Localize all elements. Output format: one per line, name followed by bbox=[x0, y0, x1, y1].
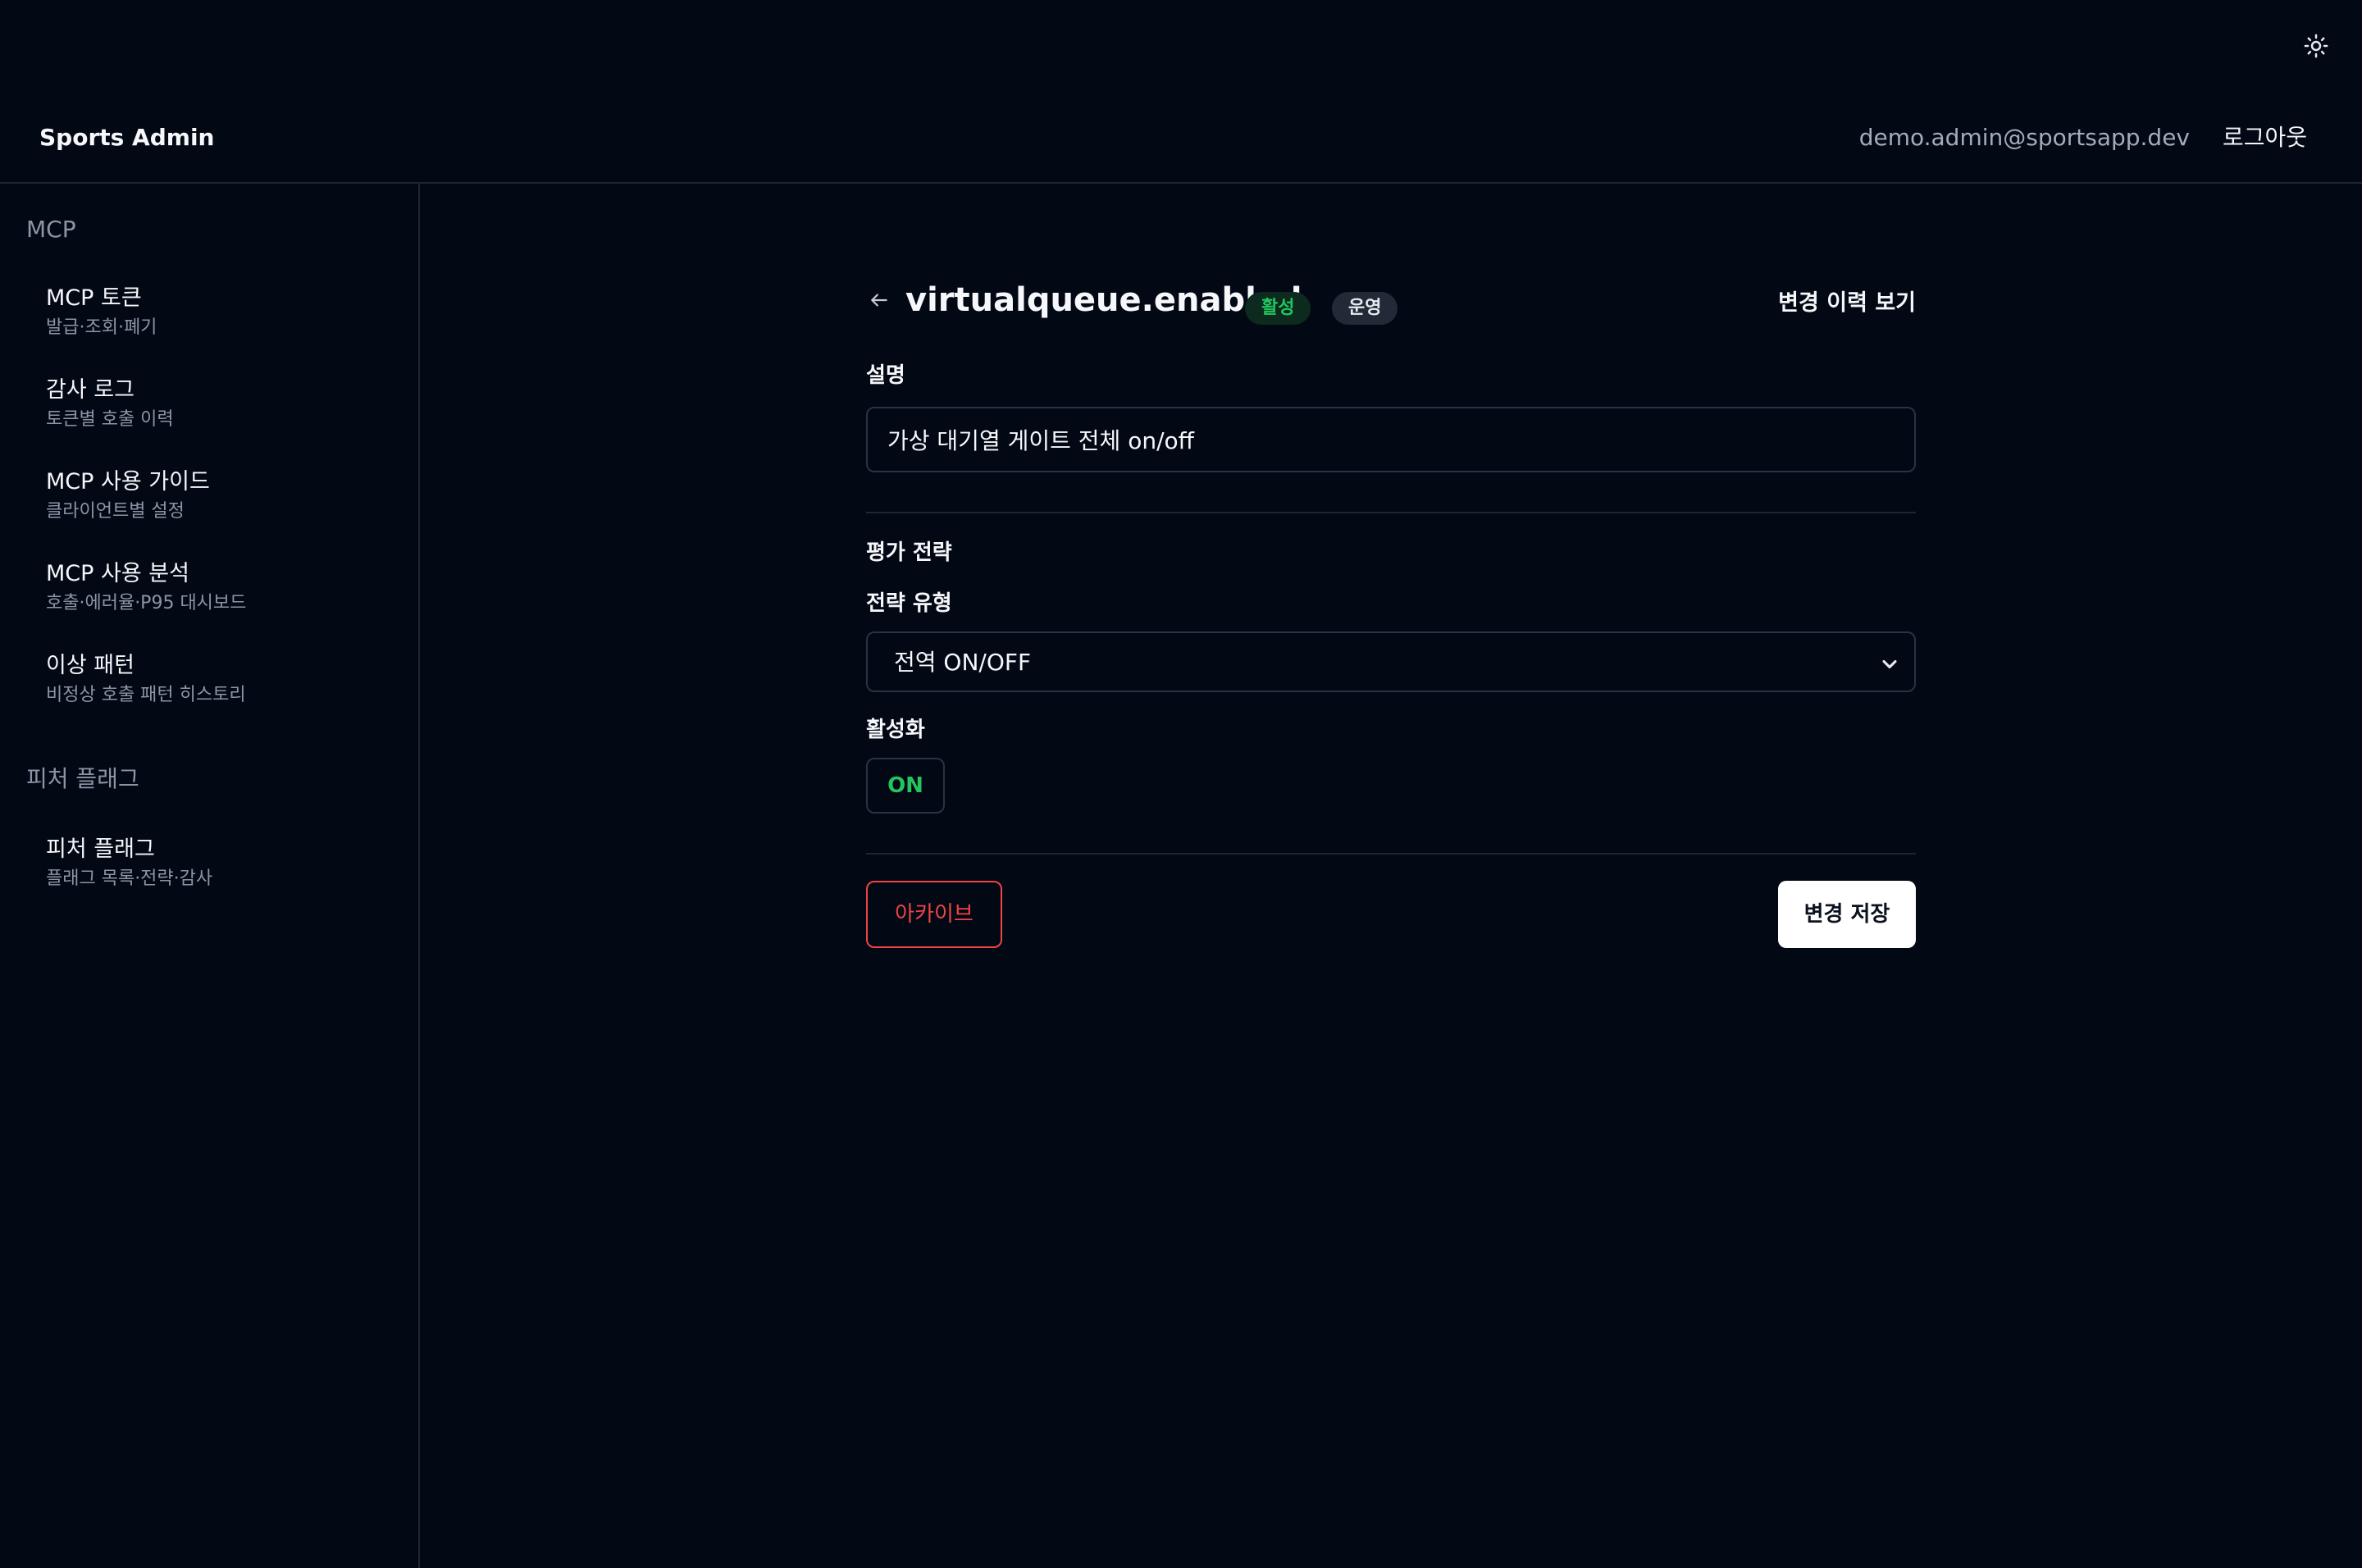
archive-button[interactable]: 아카이브 bbox=[866, 881, 1002, 948]
sun-icon bbox=[2304, 34, 2328, 58]
sidebar-item-title: 피처 플래그 bbox=[46, 836, 155, 862]
sidebar-item-audit-log[interactable]: 감사 로그 토큰별 호출 이력 bbox=[26, 369, 395, 448]
strategy-section-title: 평가 전략 bbox=[866, 540, 952, 565]
sidebar-item-mcp-tokens[interactable]: MCP 토큰 발급·조회·폐기 bbox=[26, 277, 395, 356]
sidebar-item-subtitle: 클라이언트별 설정 bbox=[46, 501, 185, 522]
sidebar-item-subtitle: 호출·에러율·P95 대시보드 bbox=[46, 593, 247, 613]
description-input[interactable] bbox=[866, 407, 1916, 472]
save-changes-button[interactable]: 변경 저장 bbox=[1778, 881, 1916, 948]
arrow-left-icon bbox=[871, 294, 887, 307]
sidebar-item-mcp-guide[interactable]: MCP 사용 가이드 클라이언트별 설정 bbox=[26, 461, 395, 540]
strategy-type-select[interactable]: 전역 ON/OFF bbox=[866, 631, 1916, 692]
sidebar-item-subtitle: 플래그 목록·전략·감사 bbox=[46, 868, 213, 889]
top-bar: Sports Admin demo.admin@sportsapp.dev 로그… bbox=[0, 0, 2362, 184]
view-history-link[interactable]: 변경 이력 보기 bbox=[1778, 287, 1916, 320]
sidebar-item-mcp-analytics[interactable]: MCP 사용 분석 호출·에러율·P95 대시보드 bbox=[26, 553, 395, 631]
enabled-toggle[interactable]: ON bbox=[866, 758, 945, 814]
divider bbox=[866, 512, 1916, 513]
enabled-label: 활성화 bbox=[866, 718, 925, 742]
theme-toggle-button[interactable] bbox=[2301, 31, 2331, 61]
sidebar-item-feature-flags[interactable]: 피처 플래그 플래그 목록·전략·감사 bbox=[26, 828, 395, 907]
flag-header: virtualqueue.enabled 활성 운영 변경 이력 보기 bbox=[866, 276, 1916, 325]
divider bbox=[866, 853, 1916, 855]
sidebar-group-title-mcp: MCP bbox=[26, 216, 76, 243]
flag-key-title: virtualqueue.enabled bbox=[905, 281, 1302, 319]
user-email: demo.admin@sportsapp.dev bbox=[1858, 124, 2190, 151]
strategy-type-value: 전역 ON/OFF bbox=[894, 649, 1032, 676]
back-button[interactable] bbox=[866, 287, 892, 313]
sidebar-item-title: MCP 토큰 bbox=[46, 285, 142, 311]
sidebar-group-title-feature-flags: 피처 플래그 bbox=[26, 765, 139, 792]
chevron-down-icon bbox=[1882, 659, 1897, 669]
brand-title[interactable]: Sports Admin bbox=[39, 121, 214, 154]
sidebar: MCP MCP 토큰 발급·조회·폐기 감사 로그 토큰별 호출 이력 MCP … bbox=[0, 184, 420, 1568]
strategy-type-label: 전략 유형 bbox=[866, 591, 952, 616]
sidebar-item-title: MCP 사용 가이드 bbox=[46, 469, 210, 495]
sidebar-item-subtitle: 비정상 호출 패턴 히스토리 bbox=[46, 685, 246, 705]
logout-button[interactable]: 로그아웃 bbox=[2223, 121, 2307, 154]
description-label: 설명 bbox=[866, 363, 905, 388]
sidebar-item-subtitle: 발급·조회·폐기 bbox=[46, 317, 157, 338]
sidebar-item-title: MCP 사용 분석 bbox=[46, 561, 189, 586]
status-badge: 활성 bbox=[1245, 292, 1311, 325]
sidebar-item-title: 감사 로그 bbox=[46, 377, 135, 403]
sidebar-item-subtitle: 토큰별 호출 이력 bbox=[46, 409, 174, 430]
sidebar-item-anomaly-patterns[interactable]: 이상 패턴 비정상 호출 패턴 히스토리 bbox=[26, 645, 395, 723]
environment-badge: 운영 bbox=[1332, 292, 1398, 325]
sidebar-item-title: 이상 패턴 bbox=[46, 653, 135, 678]
